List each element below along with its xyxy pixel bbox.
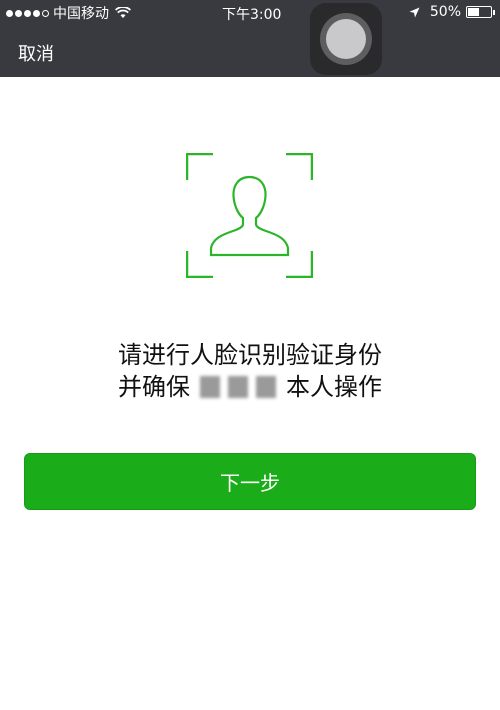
battery-percent: 50% [429,4,461,20]
face-scan-frame [186,153,313,278]
status-bar-left: 中国移动 [6,5,131,22]
status-time: 下午3:00 [222,7,282,23]
location-arrow-icon [409,7,420,17]
battery-level [468,8,479,16]
prompt-suffix: 本人操作 [286,373,382,401]
assistive-touch-button[interactable] [310,3,382,75]
battery-icon [466,6,495,18]
signal-strength-icon [6,9,49,17]
verification-prompt-line2: 并确保 本人操作 [0,371,500,403]
scan-corner-brackets [186,153,313,278]
person-silhouette-icon [209,175,290,257]
cancel-button[interactable]: 取消 [18,40,54,66]
top-bar: 中国移动 下午3:00 50% 取消 [0,0,500,77]
prompt-prefix: 并确保 [118,373,190,401]
wifi-icon [115,7,131,18]
next-step-button[interactable]: 下一步 [24,453,476,510]
masked-user-name [200,376,276,398]
verification-prompt-line1: 请进行人脸识别验证身份 [118,341,382,369]
status-bar-right: 50% [409,4,495,20]
carrier-label: 中国移动 [53,6,109,22]
